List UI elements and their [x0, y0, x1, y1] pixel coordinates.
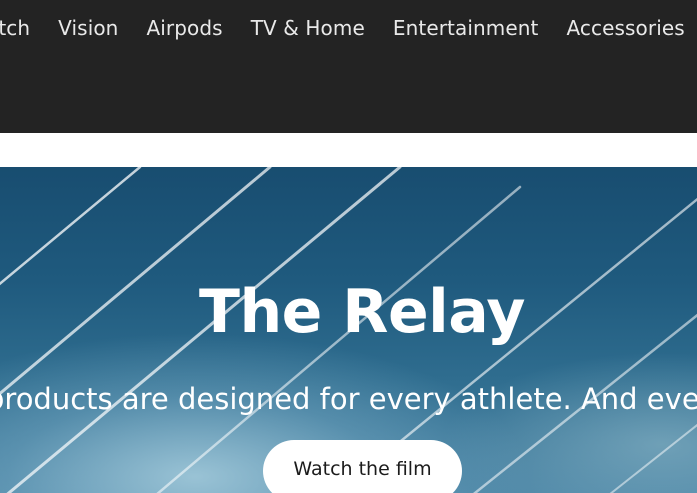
- nav-divider-strip: [0, 133, 697, 167]
- track-line: [609, 423, 697, 493]
- nav-item-tv-home[interactable]: TV & Home: [251, 15, 365, 41]
- nav-item-entertainment[interactable]: Entertainment: [393, 15, 539, 41]
- hero-title: The Relay: [199, 277, 525, 348]
- hero-subtitle: products are designed for every athlete.…: [0, 382, 697, 416]
- nav-item-airpods[interactable]: Airpods: [146, 15, 222, 41]
- nav-items: atch Vision Airpods TV & Home Entertainm…: [0, 15, 697, 41]
- top-nav-bar: atch Vision Airpods TV & Home Entertainm…: [0, 0, 697, 133]
- watch-the-film-button[interactable]: Watch the film: [263, 440, 462, 493]
- nav-item-watch[interactable]: atch: [0, 15, 30, 41]
- hero-banner: The Relay products are designed for ever…: [0, 167, 697, 493]
- page: atch Vision Airpods TV & Home Entertainm…: [0, 0, 697, 493]
- nav-item-accessories[interactable]: Accessories: [566, 15, 684, 41]
- nav-item-vision[interactable]: Vision: [58, 15, 118, 41]
